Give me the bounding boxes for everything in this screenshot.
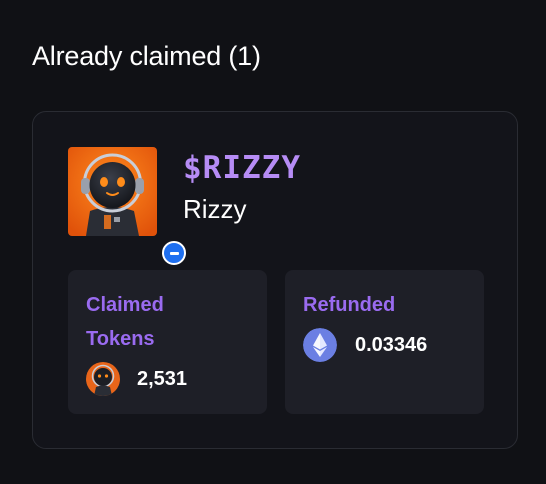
- claimed-tokens-stat: Claimed Tokens 2,531: [68, 270, 267, 414]
- claimed-tokens-value: 2,531: [137, 368, 188, 390]
- claimed-token-card[interactable]: $RIZZY Rizzy Claimed Tokens 2,531 Refund…: [32, 111, 518, 449]
- claimed-panel: Already claimed (1) $RIZZY Rizzy Claimed…: [0, 0, 546, 484]
- refunded-row: 0.03346: [303, 328, 427, 362]
- token-name: Rizzy: [183, 194, 247, 224]
- rizzy-token-icon: [86, 362, 120, 396]
- refunded-stat: Refunded 0.03346: [285, 270, 484, 414]
- claimed-tokens-label: Claimed Tokens: [86, 294, 164, 350]
- claimed-tokens-row: 2,531: [86, 362, 187, 396]
- robot-astronaut-avatar-icon: [68, 147, 157, 236]
- chain-badge-icon: [162, 241, 186, 265]
- refunded-label: Refunded: [303, 294, 396, 316]
- section-title: Already claimed (1): [32, 41, 261, 71]
- refunded-value: 0.03346: [355, 334, 428, 356]
- ethereum-icon: [303, 328, 337, 362]
- token-ticker: $RIZZY: [183, 150, 301, 186]
- token-avatar: [68, 147, 186, 265]
